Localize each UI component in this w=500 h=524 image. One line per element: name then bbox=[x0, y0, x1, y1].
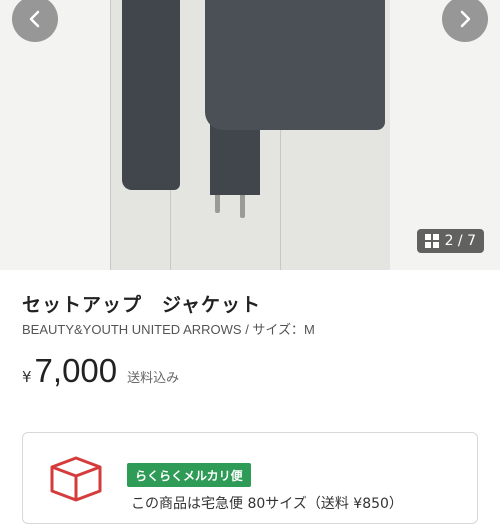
image-counter-text: 2 / 7 bbox=[444, 233, 476, 249]
grid-icon bbox=[424, 234, 439, 248]
package-box-icon bbox=[50, 456, 102, 502]
shipping-included-note: 送料込み bbox=[127, 371, 180, 386]
currency-symbol: ¥ bbox=[22, 368, 32, 386]
shipping-info-card: らくらくメルカリ便 この商品は宅急便 80サイズ（送料 ¥850） bbox=[22, 432, 478, 524]
jacket bbox=[205, 0, 385, 130]
photo-background-left bbox=[0, 0, 110, 270]
chevron-left-icon bbox=[29, 10, 40, 28]
trousers-leg bbox=[122, 0, 180, 190]
shipping-size-note: この商品は宅急便 80サイズ（送料 ¥850） bbox=[131, 496, 403, 512]
product-title: セットアップ ジャケット bbox=[22, 294, 262, 316]
price-value: 7,000 bbox=[34, 352, 118, 389]
product-image-gallery[interactable]: 2 / 7 bbox=[0, 0, 500, 270]
chevron-right-icon bbox=[460, 10, 471, 28]
brand-size-link[interactable]: BEAUTY&YOUTH UNITED ARROWS / サイズ：M bbox=[22, 319, 315, 338]
image-counter[interactable]: 2 / 7 bbox=[416, 229, 484, 253]
price-row: ¥ 7,000 送料込み bbox=[22, 352, 179, 390]
product-photo bbox=[110, 0, 391, 270]
rakuraku-shipping-badge: らくらくメルカリ便 bbox=[127, 463, 251, 487]
